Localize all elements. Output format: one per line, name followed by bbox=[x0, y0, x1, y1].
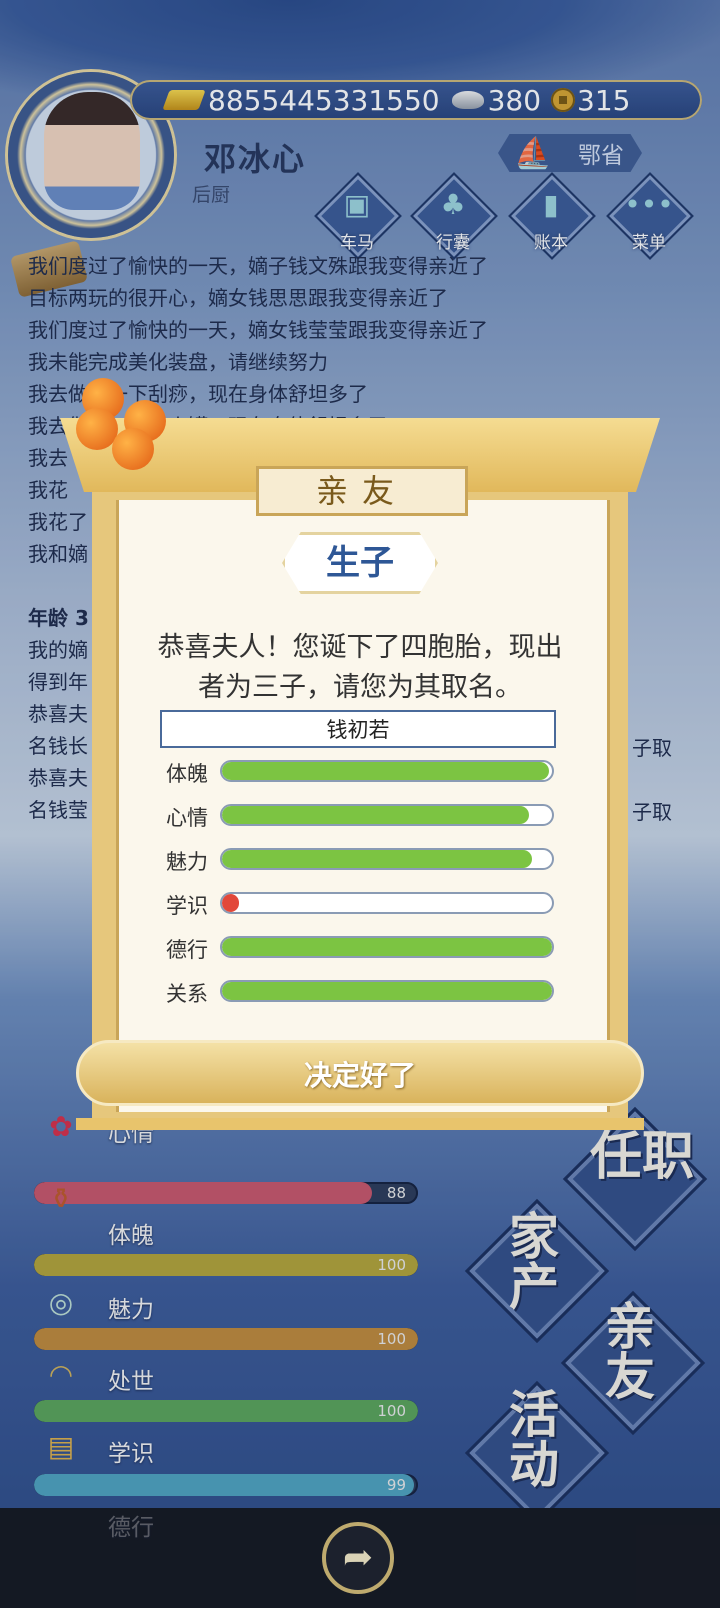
attr-label-mood: 心情 bbox=[166, 806, 208, 830]
attr-bar-relation bbox=[220, 980, 554, 1002]
dialog-title: 生子 bbox=[282, 532, 438, 594]
confirm-button[interactable]: 决定好了 bbox=[76, 1040, 644, 1106]
attr-bar-knowledge bbox=[220, 892, 554, 914]
dialog-message-line: 者为三子，请您为其取名。 bbox=[198, 672, 522, 703]
attr-bar-mood bbox=[220, 804, 554, 826]
attr-label-charm: 魅力 bbox=[166, 850, 208, 874]
attr-fill bbox=[222, 982, 552, 1000]
attr-fill bbox=[222, 894, 239, 912]
dialog-message-line: 恭喜夫人！您诞下了四胞胎，现出 bbox=[157, 632, 563, 663]
attr-bar-charm bbox=[220, 848, 554, 870]
attr-fill bbox=[222, 806, 529, 824]
dialog-footer-scroll bbox=[76, 1118, 644, 1130]
attr-fill bbox=[222, 850, 533, 868]
attr-label-physique: 体魄 bbox=[166, 762, 208, 786]
dialog-tab-title: 亲友 bbox=[256, 466, 468, 516]
attr-bar-virtue bbox=[220, 936, 554, 958]
dialog-message: 恭喜夫人！您诞下了四胞胎，现出 者为三子，请您为其取名。 bbox=[136, 628, 584, 708]
attr-label-knowledge: 学识 bbox=[166, 894, 208, 918]
attr-label-relation: 关系 bbox=[166, 982, 208, 1006]
attr-fill bbox=[222, 762, 549, 780]
attr-fill bbox=[222, 938, 552, 956]
attr-label-virtue: 德行 bbox=[166, 938, 208, 962]
candied-hawthorn-icon bbox=[62, 378, 192, 488]
attr-bar-physique bbox=[220, 760, 554, 782]
child-name-input[interactable] bbox=[160, 710, 556, 748]
